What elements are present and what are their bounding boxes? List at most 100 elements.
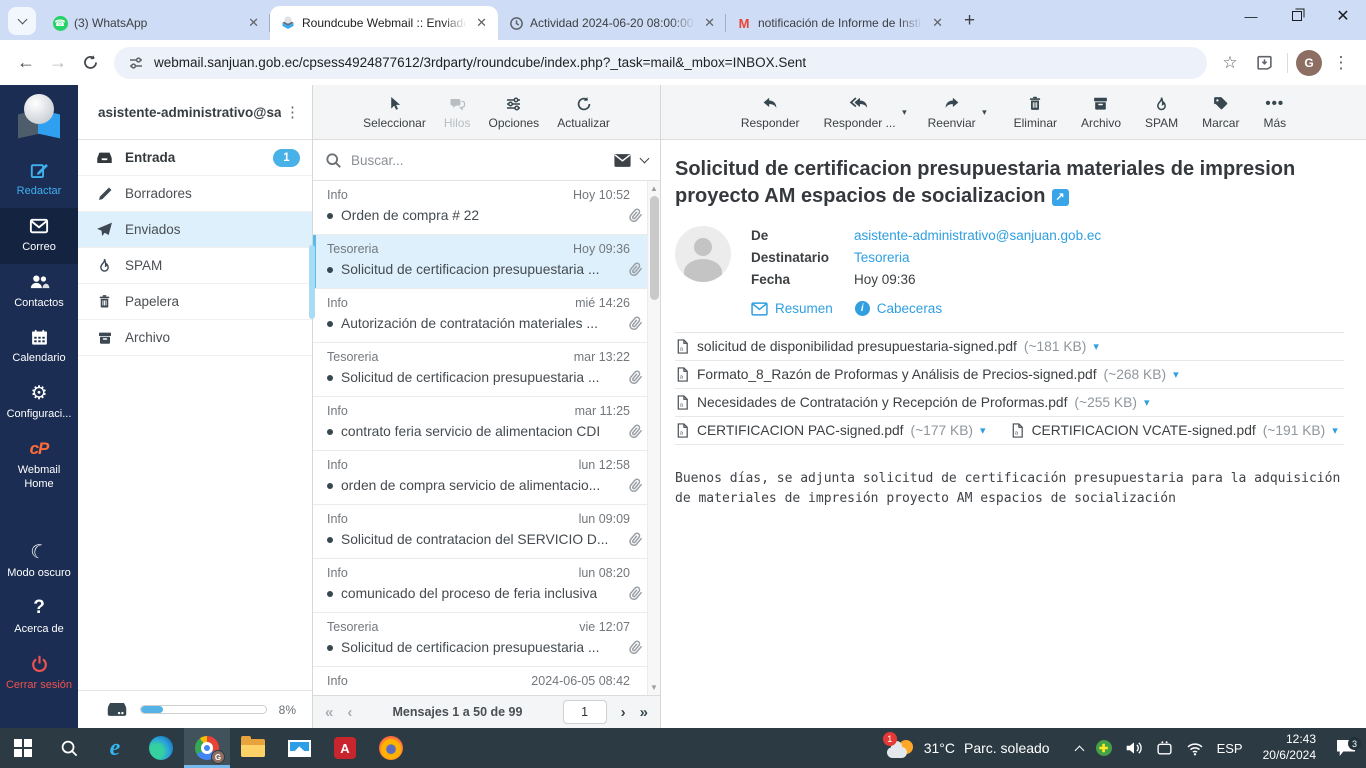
folder-menu-icon[interactable]: ⋮ xyxy=(281,103,304,121)
from-address-link[interactable]: asistente-administrativo@sanjuan.gob.ec xyxy=(854,228,1101,243)
tab-gmail[interactable]: M notificación de Informe de Insti ✕ xyxy=(726,6,954,40)
list-item[interactable]: Info lun 08:20 comunicado del proceso de … xyxy=(313,559,660,613)
minimize-button[interactable]: — xyxy=(1228,0,1274,32)
list-item-selected[interactable]: Tesoreria Hoy 09:36 Solicitud de certific… xyxy=(313,235,660,289)
search-input[interactable] xyxy=(351,152,604,168)
list-item[interactable]: Info mié 14:26 Autorización de contrataci… xyxy=(313,289,660,343)
list-item[interactable]: Info 2024-06-05 08:42 xyxy=(313,667,660,695)
summary-link[interactable]: Resumen xyxy=(751,301,833,316)
taskbar-weather[interactable]: 1 31°C Parc. soleado xyxy=(877,732,1060,760)
reply-button[interactable]: Responder xyxy=(737,95,804,130)
taskbar-ie[interactable]: e xyxy=(92,728,138,768)
close-window-button[interactable]: ✕ xyxy=(1320,0,1366,32)
first-page-button[interactable]: « xyxy=(325,704,333,721)
page-number-input[interactable] xyxy=(562,700,607,724)
folder-drafts[interactable]: Borradores xyxy=(78,176,312,212)
list-item[interactable]: Tesoreria mar 13:22 Solicitud de certific… xyxy=(313,343,660,397)
list-item[interactable]: Tesoreria vie 12:07 Solicitud de certific… xyxy=(313,613,660,667)
prev-page-button[interactable]: ‹ xyxy=(347,704,352,721)
attachment[interactable]: a Formato_8_Razón de Proformas y Análisi… xyxy=(675,366,1179,383)
notification-center-button[interactable]: 3 xyxy=(1326,737,1366,756)
delete-button[interactable]: Eliminar xyxy=(1010,95,1061,130)
external-link-icon[interactable]: ↗ xyxy=(1051,188,1069,206)
folder-inbox[interactable]: Entrada 1 xyxy=(78,140,312,176)
nav-settings[interactable]: ⚙ Configuraci... xyxy=(0,375,78,431)
side-panel-icon[interactable] xyxy=(1249,48,1279,78)
taskbar-clock[interactable]: 12:43 20/6/2024 xyxy=(1253,732,1326,763)
pane-splitter-handle[interactable] xyxy=(309,245,315,319)
site-settings-icon[interactable] xyxy=(128,55,144,71)
restore-button[interactable] xyxy=(1274,0,1320,32)
folder-trash[interactable]: Papelera xyxy=(78,284,312,320)
taskbar-edge[interactable] xyxy=(138,728,184,768)
nav-webmail-home[interactable]: cP Webmail Home xyxy=(0,431,78,501)
antivirus-icon[interactable]: ✚ xyxy=(1095,740,1112,756)
next-page-button[interactable]: › xyxy=(621,704,626,721)
profile-avatar[interactable]: G xyxy=(1296,49,1322,76)
browser-menu-icon[interactable]: ⋮ xyxy=(1326,48,1356,78)
wifi-icon[interactable] xyxy=(1186,741,1204,756)
start-button[interactable] xyxy=(0,728,46,768)
back-button[interactable]: ← xyxy=(10,47,42,79)
nav-calendar[interactable]: Calendario xyxy=(0,319,78,375)
to-address-link[interactable]: Tesoreria xyxy=(854,250,910,265)
tab-roundcube[interactable]: Roundcube Webmail :: Enviados ✕ xyxy=(270,6,498,40)
archive-button[interactable]: Archivo xyxy=(1077,95,1125,130)
taskbar-search-button[interactable] xyxy=(46,728,92,768)
volume-icon[interactable] xyxy=(1125,740,1143,756)
search-options-chevron-icon[interactable] xyxy=(639,153,650,163)
reload-button[interactable] xyxy=(74,47,106,79)
folder-sent[interactable]: Enviados xyxy=(78,212,312,248)
attachment[interactable]: a CERTIFICACION VCATE-signed.pdf (~191 K… xyxy=(1010,422,1338,439)
tray-expand-icon[interactable] xyxy=(1074,745,1085,755)
scrollbar-thumb[interactable] xyxy=(649,196,659,300)
list-item[interactable]: Info lun 12:58 orden de compra servicio d… xyxy=(313,451,660,505)
attachment-menu-caret-icon[interactable]: ▾ xyxy=(980,424,986,437)
forward-button[interactable]: Reenviar ▾ xyxy=(924,95,987,130)
taskbar-explorer[interactable] xyxy=(230,728,276,768)
folder-spam[interactable]: SPAM xyxy=(78,248,312,284)
forward-button[interactable]: → xyxy=(42,47,74,79)
taskbar-mail[interactable] xyxy=(276,728,322,768)
attachment[interactable]: a CERTIFICACION PAC-signed.pdf (~177 KB)… xyxy=(675,422,986,439)
mark-button[interactable]: Marcar xyxy=(1198,95,1243,130)
list-scrollbar[interactable]: ▲ ▼ xyxy=(647,181,660,695)
more-button[interactable]: ••• Más xyxy=(1259,95,1290,130)
taskbar-chrome[interactable]: G xyxy=(184,728,230,768)
bookmark-star-icon[interactable]: ☆ xyxy=(1215,48,1245,78)
list-item[interactable]: Info lun 09:09 Solicitud de contratacion … xyxy=(313,505,660,559)
search-scope-mail-icon[interactable] xyxy=(613,153,632,168)
tab-search-button[interactable] xyxy=(8,7,36,35)
tab-whatsapp[interactable]: ☎ (3) WhatsApp ✕ xyxy=(42,6,270,40)
new-tab-button[interactable]: + xyxy=(964,10,975,32)
attachment[interactable]: a solicitud de disponibilidad presupuest… xyxy=(675,338,1099,355)
attachment-menu-caret-icon[interactable]: ▾ xyxy=(1144,396,1150,409)
options-button[interactable]: Opciones xyxy=(484,95,543,130)
attachment-menu-caret-icon[interactable]: ▾ xyxy=(1332,424,1338,437)
folder-archive[interactable]: Archivo xyxy=(78,320,312,356)
last-page-button[interactable]: » xyxy=(640,704,648,721)
close-icon[interactable]: ✕ xyxy=(245,15,262,31)
nav-logout[interactable]: Cerrar sesión xyxy=(0,646,78,702)
forward-caret-icon[interactable]: ▾ xyxy=(982,107,987,118)
select-button[interactable]: Seleccionar xyxy=(359,95,430,130)
close-icon[interactable]: ✕ xyxy=(701,15,718,31)
spam-button[interactable]: SPAM xyxy=(1141,95,1182,130)
close-icon[interactable]: ✕ xyxy=(473,15,490,31)
refresh-button[interactable]: Actualizar xyxy=(553,95,614,130)
list-item[interactable]: Info mar 11:25 contrato feria servicio de… xyxy=(313,397,660,451)
attachment-menu-caret-icon[interactable]: ▾ xyxy=(1173,368,1179,381)
nav-compose[interactable]: Redactar xyxy=(0,152,78,208)
tab-actividad[interactable]: Actividad 2024-06-20 08:00:00 ✕ xyxy=(498,6,726,40)
scroll-up-icon[interactable]: ▲ xyxy=(650,181,658,196)
attachment-menu-caret-icon[interactable]: ▾ xyxy=(1093,340,1099,353)
tablet-mode-icon[interactable] xyxy=(1156,740,1173,756)
attachment[interactable]: a Necesidades de Contratación y Recepció… xyxy=(675,394,1149,411)
headers-link[interactable]: i Cabeceras xyxy=(854,301,942,316)
close-icon[interactable]: ✕ xyxy=(929,15,946,31)
list-item[interactable]: Info Hoy 10:52 Orden de compra # 22 xyxy=(313,181,660,235)
scroll-down-icon[interactable]: ▼ xyxy=(650,680,658,695)
nav-about[interactable]: ? Acerca de xyxy=(0,590,78,646)
reply-all-button[interactable]: Responder ... ▾ xyxy=(820,95,907,130)
nav-dark-mode[interactable]: ☾ Modo oscuro xyxy=(0,534,78,590)
